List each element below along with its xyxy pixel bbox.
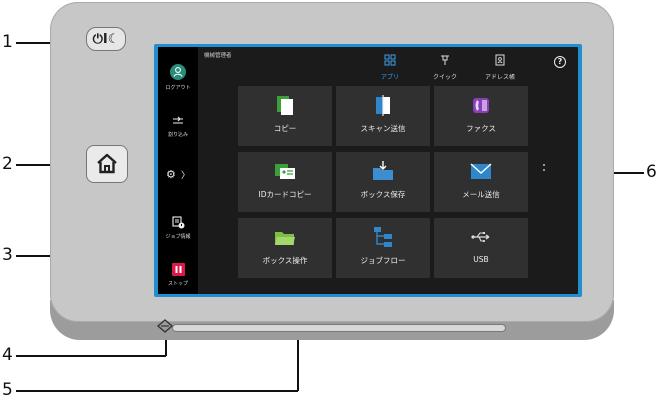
app-usb-label: USB <box>473 255 489 264</box>
usb-icon <box>471 232 490 243</box>
job-status-icon <box>172 216 185 229</box>
quick-pin-icon <box>441 55 449 65</box>
tab-quick-label: クイック <box>432 74 457 81</box>
settings-button[interactable]: ⚙ 〉 <box>158 163 198 182</box>
app-box-operation[interactable]: ボックス操作 <box>238 218 332 278</box>
app-scan[interactable]: スキャン送信 <box>336 86 430 146</box>
copy-icon <box>277 96 293 115</box>
interrupt-icon <box>173 116 183 124</box>
settings-chevron-icon: 〉 <box>180 171 190 181</box>
stop-button[interactable]: ストップ <box>158 261 198 287</box>
callout-4: 4 <box>2 345 13 365</box>
callout-2: 2 <box>2 154 13 174</box>
callout-1: 1 <box>2 32 13 52</box>
folder-icon <box>275 232 295 245</box>
fax-icon <box>473 98 489 113</box>
folder-save-icon <box>373 161 393 180</box>
app-box-save-label: ボックス保存 <box>360 190 406 199</box>
app-fax[interactable]: ファクス <box>434 86 528 146</box>
home-icon <box>97 153 117 174</box>
address-book-icon <box>495 54 505 66</box>
interrupt-label: 割り込み <box>167 132 188 138</box>
app-email-label: メール送信 <box>462 190 500 199</box>
app-box-save[interactable]: ボックス保存 <box>336 152 430 212</box>
apps-grid-icon <box>384 54 396 66</box>
job-flow-icon <box>374 227 392 247</box>
touch-screen[interactable]: ログアウト 割り込み ⚙ 〉 ジョブ情報 ストップ 機械管理者 アプリ クイック… <box>158 47 578 294</box>
page-dot <box>543 169 545 171</box>
leader-line-4 <box>16 355 166 357</box>
app-usb[interactable]: USB <box>434 218 528 278</box>
job-status-button[interactable]: ジョブ情報 <box>158 214 198 240</box>
app-copy-label: コピー <box>273 124 297 133</box>
gear-icon: ⚙ <box>166 168 176 181</box>
app-box-operation-label: ボックス操作 <box>262 256 308 265</box>
tab-quick[interactable]: クイック <box>420 51 470 81</box>
app-job-flow-label: ジョブフロー <box>360 256 406 265</box>
power-icon: ⏻I☾ <box>92 31 120 47</box>
page-dot <box>543 164 545 166</box>
app-job-flow[interactable]: ジョブフロー <box>336 218 430 278</box>
callout-5: 5 <box>2 380 13 400</box>
interrupt-button[interactable]: 割り込み <box>158 112 198 138</box>
app-scan-label: スキャン送信 <box>360 124 406 133</box>
logout-label: ログアウト <box>165 85 191 91</box>
app-id-card-copy[interactable]: IDカードコピー <box>238 152 332 212</box>
tab-address-book-label: アドレス帳 <box>484 74 515 81</box>
tab-address-book[interactable]: アドレス帳 <box>475 51 525 81</box>
power-energy-saver-button[interactable]: ⏻I☾ <box>86 27 126 51</box>
app-copy[interactable]: コピー <box>238 86 332 146</box>
nfc-touch-area <box>172 324 506 332</box>
leader-line-5 <box>16 390 298 392</box>
tab-apps-label: アプリ <box>380 74 399 81</box>
stop-label: ストップ <box>167 281 188 287</box>
logged-in-user-label: 機械管理者 <box>204 53 232 59</box>
tab-apps[interactable]: アプリ <box>365 51 415 81</box>
logout-button[interactable]: ログアウト <box>158 64 198 91</box>
page-indicator <box>543 164 546 174</box>
user-logout-icon <box>170 64 186 80</box>
scan-icon <box>376 95 390 116</box>
sidebar: ログアウト 割り込み ⚙ 〉 ジョブ情報 ストップ <box>158 47 198 294</box>
mail-icon <box>470 163 492 179</box>
id-card-icon <box>275 164 295 179</box>
app-id-card-copy-label: IDカードコピー <box>258 190 312 199</box>
app-email[interactable]: メール送信 <box>434 152 528 212</box>
app-fax-label: ファクス <box>466 124 496 133</box>
stop-icon <box>171 263 185 276</box>
callout-3: 3 <box>2 245 13 265</box>
help-button[interactable]: ? <box>554 56 566 68</box>
callout-6: 6 <box>646 162 657 182</box>
home-button[interactable] <box>86 145 128 183</box>
job-status-label: ジョブ情報 <box>165 234 191 240</box>
